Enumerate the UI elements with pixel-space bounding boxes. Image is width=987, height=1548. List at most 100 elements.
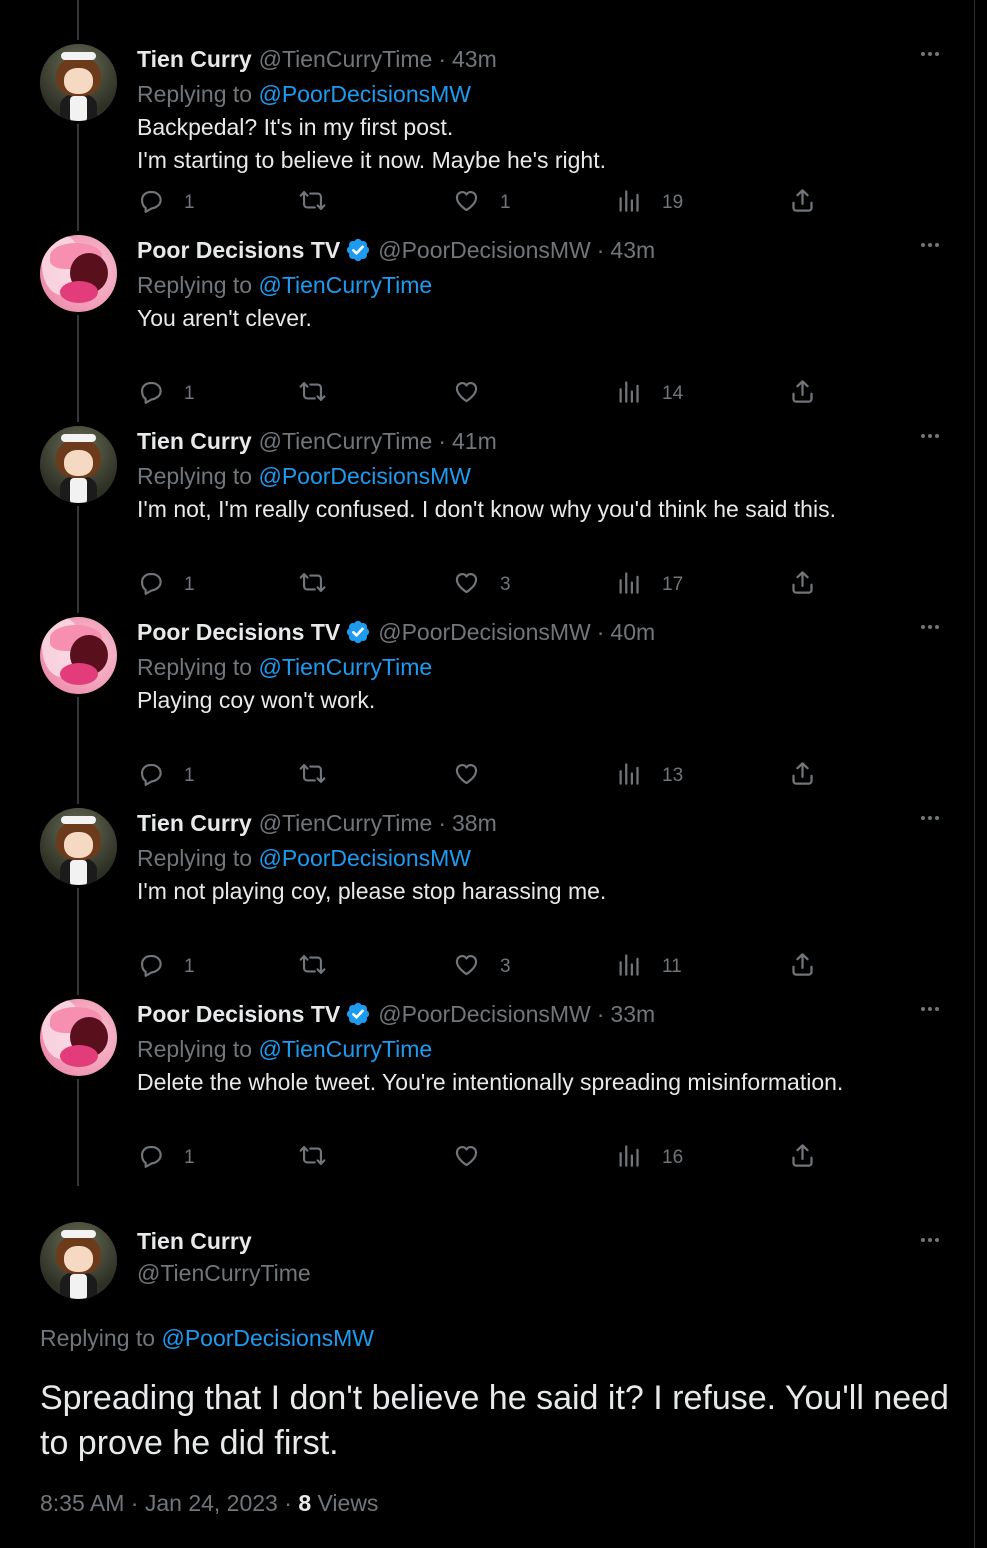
reply-button[interactable]: 1 <box>137 759 195 793</box>
reply-button[interactable]: 1 <box>137 568 195 602</box>
tweet-text-line: I'm not playing coy, please stop harassi… <box>137 878 607 904</box>
author-handle[interactable]: @TienCurryTime <box>259 808 433 838</box>
separator: · <box>596 1001 605 1027</box>
more-dots-icon[interactable] <box>918 806 942 830</box>
tweet-text-line: Backpedal? It's in my first post. <box>137 114 454 140</box>
avatar[interactable] <box>40 617 117 694</box>
author-name[interactable]: Tien Curry <box>137 44 252 74</box>
replying-prefix: Replying to <box>137 845 253 871</box>
author-handle[interactable]: @PoorDecisionsMW <box>378 617 591 647</box>
views-button[interactable]: 16 <box>615 1141 683 1175</box>
tweet-time[interactable]: 43m <box>452 44 497 74</box>
reply-tweet[interactable]: Poor Decisions TV @PoorDecisionsMW · 33m Rep… <box>0 999 975 1190</box>
separator: · <box>438 810 446 836</box>
avatar[interactable] <box>40 808 117 885</box>
author-name[interactable]: Poor Decisions TV <box>137 235 340 265</box>
like-button[interactable]: 1 <box>453 186 511 220</box>
share-button[interactable] <box>789 759 816 793</box>
tweet-text: I'm not, I'm really confused. I don't kn… <box>137 493 935 526</box>
author-name[interactable]: Poor Decisions TV <box>137 999 340 1029</box>
retweet-button[interactable] <box>299 377 346 411</box>
tweet-actions: 1 3 11 <box>137 950 827 984</box>
more-dots-icon[interactable] <box>918 233 942 257</box>
more-dots-icon[interactable] <box>918 615 942 639</box>
reply-tweet[interactable]: Poor Decisions TV @PoorDecisionsMW · 40m Rep… <box>0 617 975 808</box>
views-button[interactable]: 17 <box>615 568 683 602</box>
author-handle[interactable]: @TienCurryTime <box>137 1260 311 1287</box>
like-button[interactable] <box>453 1141 500 1175</box>
like-button[interactable]: 3 <box>453 568 511 602</box>
reply-tweet[interactable]: Tien Curry @TienCurryTime · 43m Replying to … <box>0 44 975 235</box>
replying-to-link[interactable]: @PoorDecisionsMW <box>258 845 471 871</box>
tweet-meta: Poor Decisions TV @PoorDecisionsMW · 40m <box>137 617 935 647</box>
replying-to: Replying to @PoorDecisionsMW <box>40 1325 374 1352</box>
replying-to: Replying to @TienCurryTime <box>137 652 935 682</box>
author-name[interactable]: Tien Curry <box>137 808 252 838</box>
main-tweet-header: Tien Curry @TienCurryTime <box>0 1222 975 1322</box>
retweet-button[interactable] <box>299 950 346 984</box>
tweet-time[interactable]: 38m <box>452 808 497 838</box>
replying-to-link[interactable]: @TienCurryTime <box>258 654 432 680</box>
author-handle[interactable]: @TienCurryTime <box>259 44 433 74</box>
replying-prefix: Replying to <box>137 272 253 298</box>
tweet-time[interactable]: 43m <box>610 235 655 265</box>
reply-button[interactable]: 1 <box>137 950 195 984</box>
replying-to-link[interactable]: @PoorDecisionsMW <box>258 81 471 107</box>
author-handle[interactable]: @PoorDecisionsMW <box>378 235 591 265</box>
tweet-time[interactable]: 41m <box>452 426 497 456</box>
views-button[interactable]: 19 <box>615 186 683 220</box>
reply-tweet[interactable]: Tien Curry @TienCurryTime · 38m Replying to … <box>0 808 975 999</box>
heart-icon <box>453 187 480 220</box>
reply-button[interactable]: 1 <box>137 1141 195 1175</box>
author-name[interactable]: Poor Decisions TV <box>137 617 340 647</box>
author-handle[interactable]: @TienCurryTime <box>259 426 433 456</box>
retweet-button[interactable] <box>299 186 346 220</box>
replying-to-link[interactable]: @TienCurryTime <box>258 1036 432 1062</box>
retweet-button[interactable] <box>299 759 346 793</box>
tweet-time[interactable]: 40m <box>610 617 655 647</box>
replying-to-link[interactable]: @PoorDecisionsMW <box>258 463 471 489</box>
tweet-time[interactable]: 8:35 AM <box>40 1490 124 1516</box>
avatar[interactable] <box>40 426 117 503</box>
like-button[interactable]: 3 <box>453 950 511 984</box>
heart-icon <box>453 760 480 793</box>
share-button[interactable] <box>789 950 816 984</box>
more-dots-icon[interactable] <box>918 1228 942 1252</box>
share-upload-icon <box>789 569 816 602</box>
reply-button[interactable]: 1 <box>137 186 195 220</box>
views-count: 19 <box>662 192 684 213</box>
tweet-meta: Tien Curry @TienCurryTime · 43m <box>137 44 935 74</box>
more-dots-icon[interactable] <box>918 424 942 448</box>
views-button[interactable]: 13 <box>615 759 683 793</box>
share-button[interactable] <box>789 1141 816 1175</box>
author-name[interactable]: Tien Curry <box>137 1228 252 1255</box>
avatar[interactable] <box>40 1222 117 1299</box>
reply-button[interactable]: 1 <box>137 377 195 411</box>
retweet-icon <box>299 951 326 984</box>
replying-to-link[interactable]: @PoorDecisionsMW <box>161 1325 374 1351</box>
share-button[interactable] <box>789 186 816 220</box>
retweet-icon <box>299 1142 326 1175</box>
like-button[interactable] <box>453 377 500 411</box>
retweet-button[interactable] <box>299 568 346 602</box>
reply-tweet[interactable]: Tien Curry @TienCurryTime · 41m Replying to … <box>0 426 975 617</box>
like-button[interactable] <box>453 759 500 793</box>
tweet-date[interactable]: Jan 24, 2023 <box>145 1490 278 1516</box>
replying-to-link[interactable]: @TienCurryTime <box>258 272 432 298</box>
share-button[interactable] <box>789 568 816 602</box>
retweet-button[interactable] <box>299 1141 346 1175</box>
avatar[interactable] <box>40 999 117 1076</box>
views-button[interactable]: 11 <box>615 950 682 984</box>
share-button[interactable] <box>789 377 816 411</box>
views-label: Views <box>317 1490 379 1516</box>
avatar[interactable] <box>40 235 117 312</box>
reply-tweet[interactable]: Poor Decisions TV @PoorDecisionsMW · 43m Rep… <box>0 235 975 426</box>
more-dots-icon[interactable] <box>918 997 942 1021</box>
views-bar-chart-icon <box>615 760 642 793</box>
more-dots-icon[interactable] <box>918 42 942 66</box>
tweet-time[interactable]: 33m <box>610 999 655 1029</box>
views-button[interactable]: 14 <box>615 377 683 411</box>
author-name[interactable]: Tien Curry <box>137 426 252 456</box>
avatar[interactable] <box>40 44 117 121</box>
author-handle[interactable]: @PoorDecisionsMW <box>378 999 591 1029</box>
